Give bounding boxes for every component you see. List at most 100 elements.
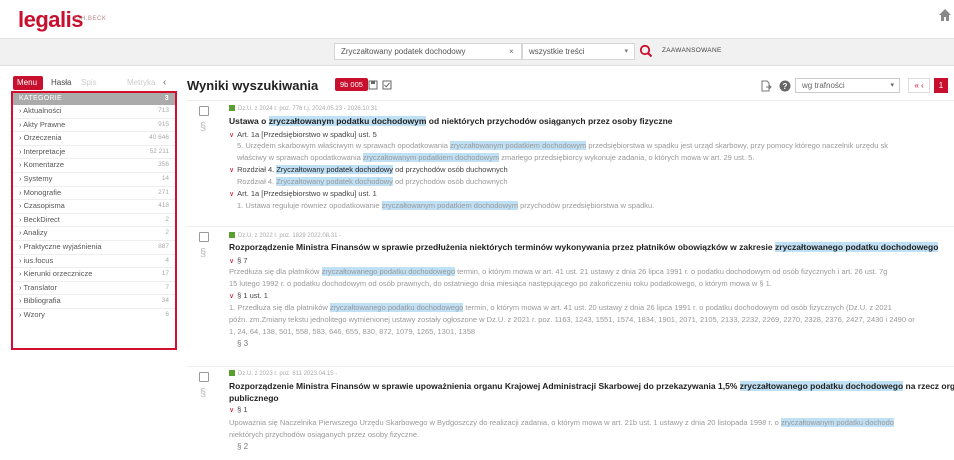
category-kierunki-orzecznicze[interactable]: › Kierunki orzecznicze 17 xyxy=(13,268,175,282)
result-meta: Dz.U. z 2022 r. poz. 1829 2022.08.31 - xyxy=(229,232,341,239)
tab-metryka: Metryka xyxy=(127,78,156,87)
result-item: § Dz.U. z 2024 r. poz. 776 t.j. 2024.05.… xyxy=(187,100,954,216)
collapse-panel-icon[interactable]: ‹ xyxy=(163,76,166,90)
title-text: Rozporządzenie Ministra Finansów w spraw… xyxy=(229,242,776,252)
result-fragment-link[interactable]: ∨ Rozdział 4. Zryczałtowany podatek docho… xyxy=(229,165,508,174)
help-icon[interactable]: ? xyxy=(779,80,791,92)
snippet-highlight: zryczałtowanego podatku dochodowego xyxy=(329,303,464,312)
tab-spis-tresci: Spis treści xyxy=(81,78,100,101)
result-checkbox[interactable] xyxy=(199,232,209,242)
category-beckdirect[interactable]: › BeckDirect 2 xyxy=(13,214,175,228)
category-praktyczne-wyjasnienia[interactable]: › Praktyczne wyjaśnienia 887 xyxy=(13,241,175,255)
fragment-label: § 1 ust. 1 xyxy=(237,291,268,300)
result-meta-text: Dz.U. z 2023 r. poz. 611 2023.04.15 - xyxy=(238,371,338,377)
result-fragment-link[interactable]: ∨ § 7 xyxy=(229,256,248,265)
pager-current-page[interactable]: 1 xyxy=(934,78,948,93)
result-snippet: Rozdział 4. Zryczałtowany podatek dochod… xyxy=(237,177,508,186)
result-fragment-link[interactable]: ∨ Art. 1a [Przedsiębiorstwo w spadku] ust… xyxy=(229,189,377,198)
category-count: 17 xyxy=(161,270,169,278)
snippet-text: od przychodów osób duchownych xyxy=(392,177,508,186)
title-text: Ustawa o xyxy=(229,116,269,126)
clear-search-icon[interactable]: × xyxy=(509,47,514,56)
category-count: 40 646 xyxy=(149,134,169,142)
category-aktualnosci[interactable]: › Aktualności 713 xyxy=(13,105,175,119)
result-title[interactable]: Rozporządzenie Ministra Finansów w spraw… xyxy=(229,381,954,391)
pager-prev-button[interactable]: « ‹ xyxy=(908,78,930,93)
category-monografie[interactable]: › Monografie 271 xyxy=(13,187,175,201)
search-bar: Zryczałtowany podatek dochodowy × wszyst… xyxy=(0,39,954,66)
result-title-line2[interactable]: publicznego xyxy=(229,393,279,403)
result-fragment-link[interactable]: ∨ § 1 ust. 1 xyxy=(229,291,268,300)
category-label: Translator xyxy=(23,282,57,292)
category-label: Wzory xyxy=(23,309,45,319)
category-akty-prawne[interactable]: › Akty Prawne 915 xyxy=(13,119,175,133)
snippet-text: zmarłego przedsiębiorcy wykonuje zadania… xyxy=(499,153,755,162)
page-title: Wyniki wyszukiwania xyxy=(187,78,319,93)
result-meta-text: Dz.U. z 2022 r. poz. 1829 2022.08.31 - xyxy=(238,233,342,239)
tab-hasla[interactable]: Hasła xyxy=(47,76,75,90)
result-fragment-link[interactable]: ∨ § 1 xyxy=(229,405,248,414)
result-fragment-link[interactable]: § 2 xyxy=(237,442,248,451)
document-icon xyxy=(229,232,235,238)
category-count: 356 xyxy=(158,161,169,169)
result-snippet: Przedłuża się dla płatników zryczałtowan… xyxy=(229,267,887,276)
sort-select[interactable]: wg trafności ▾ xyxy=(795,78,900,93)
fragment-label: Art. 1a [Przedsiębiorstwo w spadku] ust.… xyxy=(237,130,377,139)
home-icon[interactable] xyxy=(938,8,952,22)
advanced-search-link[interactable]: ZAAWANSOWANE xyxy=(662,47,722,54)
result-snippet: 1. Przedłuża się dla płatników zryczałto… xyxy=(229,303,892,312)
snippet-highlight: zryczałtowanym podatkiem dochodowym xyxy=(362,153,500,162)
snippet-text: Upoważnia się Naczelnika Pierwszego Urzę… xyxy=(229,418,781,427)
category-label: Orzeczenia xyxy=(23,133,62,143)
category-label: Akty Prawne xyxy=(23,119,66,129)
tab-menu[interactable]: Menu xyxy=(13,76,43,90)
document-icon xyxy=(229,370,235,376)
fragment-highlight: Zryczałtowany podatek dochodowy xyxy=(276,165,394,174)
category-wzory[interactable]: › Wzory 6 xyxy=(13,309,175,322)
snippet-highlight: Zryczałtowany podatek dochodowy xyxy=(276,177,393,186)
search-input[interactable]: Zryczałtowany podatek dochodowy xyxy=(334,43,522,60)
result-checkbox[interactable] xyxy=(199,372,209,382)
category-count: 52 211 xyxy=(149,147,169,155)
category-count: 7 xyxy=(165,283,169,291)
title-text: od niektórych przychodów osiąganych prze… xyxy=(426,116,673,126)
category-czasopisma[interactable]: › Czasopisma 418 xyxy=(13,200,175,214)
category-label: Interpretacje xyxy=(23,146,66,156)
category-header-count: 3 xyxy=(164,95,169,102)
snippet-text: 1. Ustawa reguluje również opodatkowanie xyxy=(237,201,382,210)
save-icon[interactable] xyxy=(368,80,378,90)
search-icon[interactable] xyxy=(637,42,655,60)
fragment-label: § 1 xyxy=(237,405,248,414)
category-label: Analizy xyxy=(23,228,48,238)
category-analizy[interactable]: › Analizy 2 xyxy=(13,227,175,241)
category-interpretacje[interactable]: › Interpretacje 52 211 xyxy=(13,146,175,160)
category-count: 915 xyxy=(158,120,169,128)
category-orzeczenia[interactable]: › Orzeczenia 40 646 xyxy=(13,132,175,146)
title-text: na rzecz organizacji po xyxy=(905,381,954,391)
category-komentarze[interactable]: › Komentarze 356 xyxy=(13,159,175,173)
snippet-text: termin, o którym mowa w art. 41 ust. 21 … xyxy=(455,267,888,276)
category-bibliografia[interactable]: › Bibliografia 34 xyxy=(13,295,175,309)
section-icon: § xyxy=(200,247,207,259)
result-fragment-link[interactable]: § 3 xyxy=(237,339,248,348)
category-count: 2 xyxy=(165,229,169,237)
result-snippet: późn. zm.Zmiany tekstu jednolitego wymie… xyxy=(229,315,915,324)
category-count: 6 xyxy=(165,310,169,318)
result-title[interactable]: Rozporządzenie Ministra Finansów w spraw… xyxy=(229,242,939,252)
section-icon: § xyxy=(200,387,207,399)
export-icon[interactable] xyxy=(760,80,772,92)
top-bar: legalis C.H.BECK xyxy=(0,0,954,39)
result-fragment-link[interactable]: ∨ Art. 1a [Przedsiębiorstwo w spadku] ust… xyxy=(229,130,377,139)
check-icon[interactable] xyxy=(382,80,392,90)
category-translator[interactable]: › Translator 7 xyxy=(13,282,175,296)
search-scope-select[interactable]: wszystkie treści ▾ xyxy=(522,43,635,60)
snippet-text: przychodów przedsiębiorstwa w spadku. xyxy=(517,201,655,210)
category-label: Aktualności xyxy=(23,106,62,115)
result-title[interactable]: Ustawa o zryczałtowanym podatku dochodow… xyxy=(229,116,673,126)
category-count: 887 xyxy=(158,242,169,250)
category-systemy[interactable]: › Systemy 14 xyxy=(13,173,175,187)
category-ius-focus[interactable]: › ius.focus 4 xyxy=(13,255,175,269)
result-checkbox[interactable] xyxy=(199,106,209,116)
result-snippet: Upoważnia się Naczelnika Pierwszego Urzę… xyxy=(229,418,894,427)
fragment-label: od przychodów osób duchownych xyxy=(393,165,508,174)
